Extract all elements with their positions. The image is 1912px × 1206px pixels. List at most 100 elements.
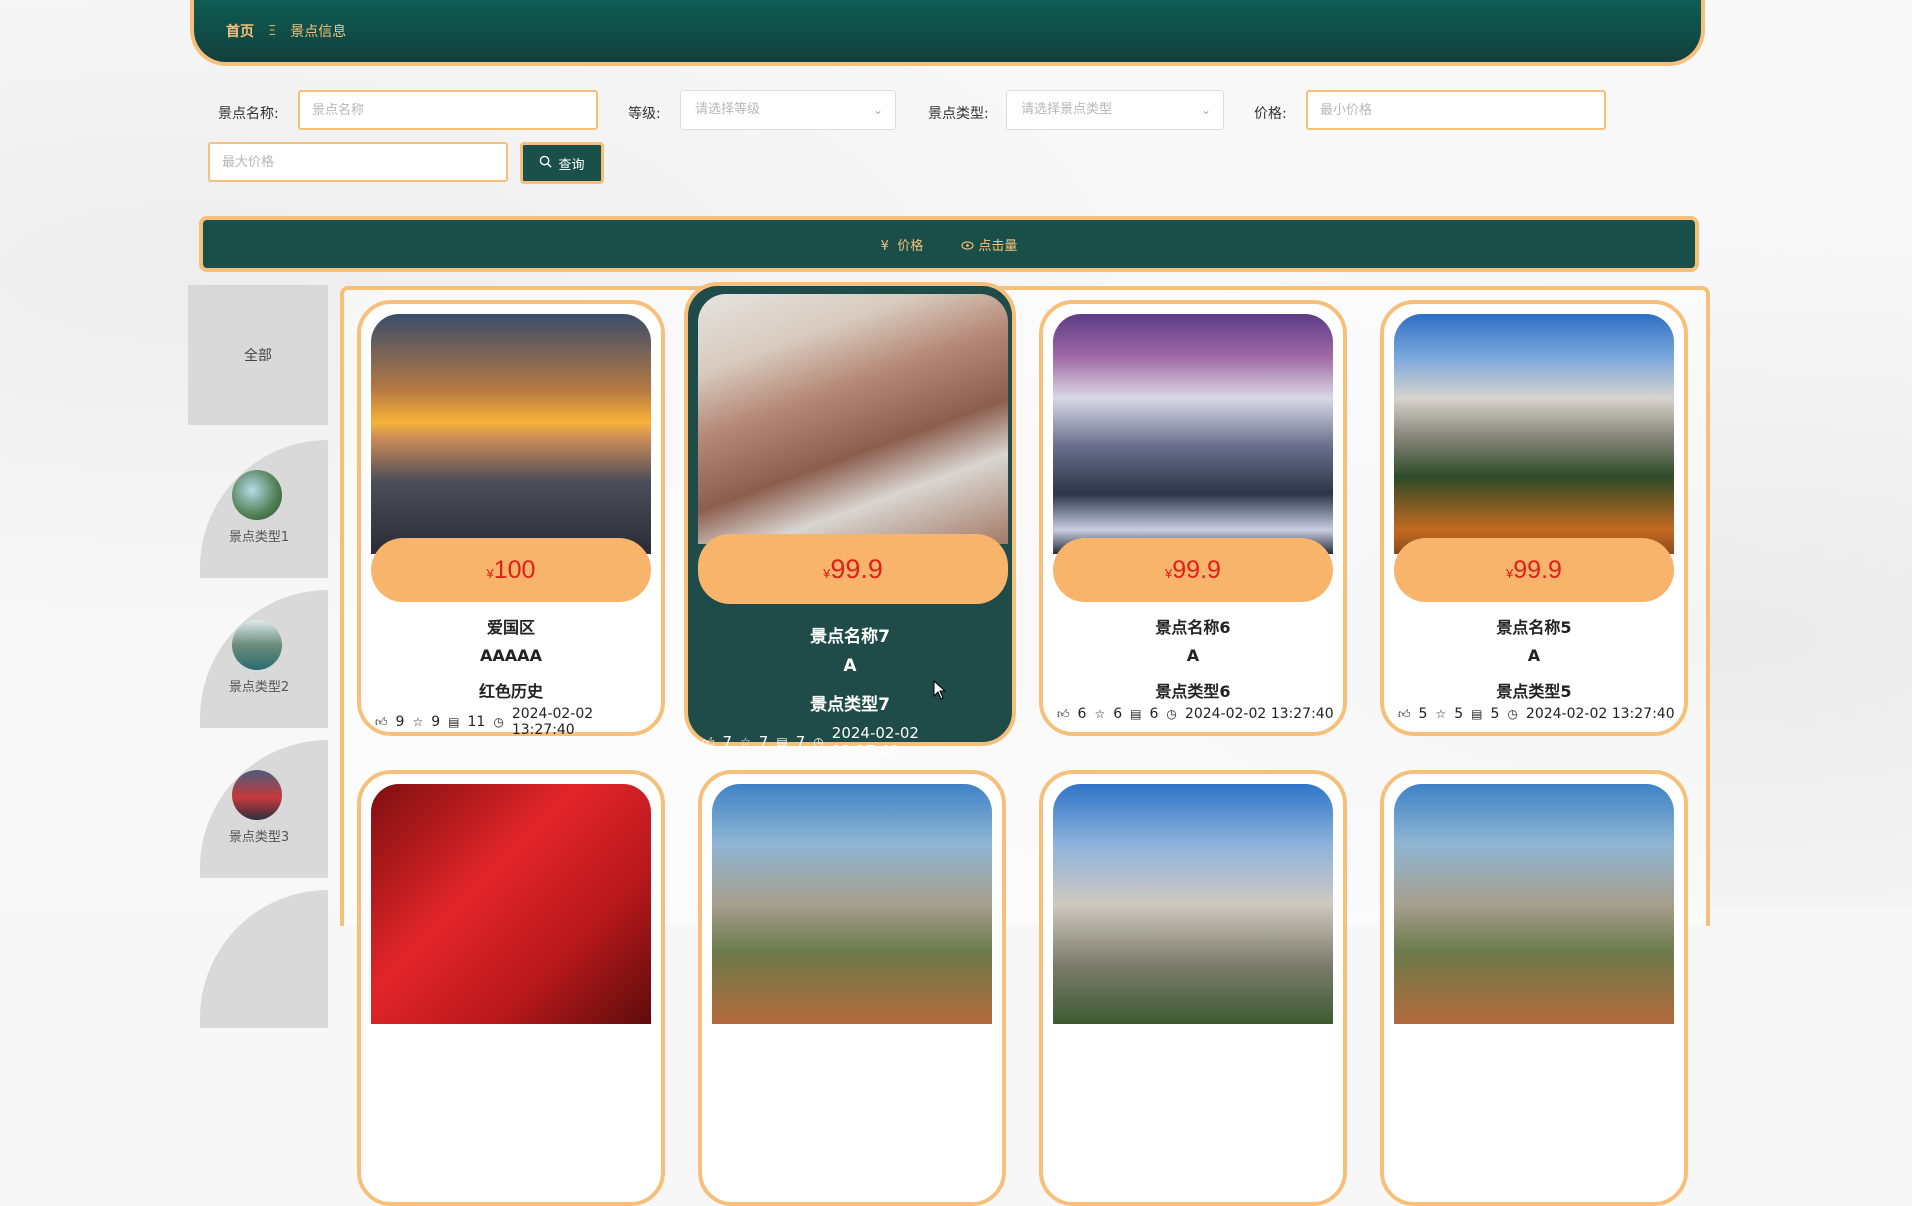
favorites-count: 9 — [431, 714, 441, 730]
name-input[interactable]: 景点名称 — [298, 90, 598, 130]
chevron-down-icon: ⌄ — [872, 103, 883, 117]
clock-icon: ◷ — [813, 735, 824, 749]
publish-time: 2024-02-02 13:27:40 — [831, 724, 919, 760]
scenic-type: 红色历史 — [478, 682, 543, 701]
price-value: 99.9 — [1172, 556, 1221, 584]
favorites-count: 6 — [1113, 706, 1123, 722]
scenic-card-active[interactable]: ¥99.9 景点名称7 A 景点类型7 👍︎ 7 ☆ 7 ▤ 7 ◷ 2024-02-0… — [684, 282, 1016, 760]
scenic-image — [1053, 314, 1333, 554]
thumbs-up-icon: 👍︎ — [1057, 706, 1070, 721]
likes-count: 7 — [722, 733, 733, 751]
card-stats: 👍︎ 5 ☆ 5 ▤ 5 ◷ 2024-02-02 13:27:40 — [1398, 706, 1678, 722]
scenic-level: A — [1527, 646, 1541, 665]
type-label: 景点类型: — [928, 106, 989, 122]
price-value: 99.9 — [1513, 556, 1562, 584]
clock-icon: ◷ — [1166, 707, 1177, 721]
thumbs-up-icon: 👍︎ — [375, 714, 388, 729]
category-all[interactable]: 全部 — [188, 285, 328, 425]
price-value: 99.9 — [830, 554, 883, 584]
scenic-name: 景点名称5 — [1496, 618, 1572, 637]
scenic-card[interactable]: ¥99.9 景点名称5 A 景点类型5 👍︎ 5 ☆ 5 ▤ 5 ◷ 2024-02-0… — [1380, 300, 1688, 736]
star-icon: ☆ — [412, 715, 424, 729]
scenic-image — [712, 784, 992, 1024]
search-icon — [539, 155, 553, 172]
scenic-name: 爱国区 — [486, 618, 535, 637]
likes-count: 6 — [1077, 706, 1087, 722]
price-badge: ¥100 — [371, 538, 651, 602]
yen-icon: ¥ — [880, 238, 889, 254]
top-nav-bar: 首页 Ξ 景点信息 — [190, 0, 1705, 66]
query-button[interactable]: 查询 — [520, 142, 604, 184]
chevron-down-icon: ⌄ — [1200, 103, 1211, 117]
price-value: 100 — [493, 556, 536, 584]
publish-time: 2024-02-02 13:27:40 — [1525, 706, 1675, 722]
publish-time: 2024-02-02 13:27:40 — [511, 706, 594, 738]
likes-count: 5 — [1418, 706, 1428, 722]
sort-clicks-button[interactable]: 点击量 — [961, 235, 1017, 254]
favorites-count: 5 — [1454, 706, 1464, 722]
breadcrumb-home[interactable]: 首页 — [226, 21, 254, 41]
sort-price-button[interactable]: ¥ 价格 — [881, 235, 924, 254]
scenic-image — [1394, 314, 1674, 554]
scenic-level: AAAAA — [480, 646, 542, 665]
mouse-cursor-icon — [933, 680, 947, 700]
type-select-placeholder: 请选择景点类型 — [1021, 102, 1113, 117]
sort-clicks-label: 点击量 — [978, 238, 1018, 254]
sort-price-label: 价格 — [897, 238, 924, 254]
scenic-card[interactable] — [357, 770, 665, 1206]
level-select-placeholder: 请选择等级 — [695, 102, 761, 117]
scenic-card[interactable] — [1380, 770, 1688, 1206]
comment-icon: ▤ — [1471, 707, 1483, 721]
query-label: 查询 — [558, 157, 585, 173]
card-stats: 👍︎ 9 ☆ 9 ▤ 11 ◷ 2024-02-02 13:27:40 — [375, 706, 655, 738]
scenic-name: 景点名称6 — [1155, 618, 1231, 637]
level-select[interactable]: 请选择等级 ⌄ — [680, 90, 896, 130]
scenic-image — [1053, 784, 1333, 1024]
star-icon: ☆ — [740, 735, 751, 749]
sort-bar: ¥ 价格 点击量 — [199, 216, 1699, 272]
scenic-level: A — [843, 656, 857, 676]
favorites-count: 7 — [758, 733, 769, 751]
comment-icon: ▤ — [448, 715, 460, 729]
price-badge: ¥99.9 — [698, 534, 1008, 604]
comments-count: 5 — [1490, 706, 1500, 722]
comments-count: 6 — [1149, 706, 1159, 722]
price-badge: ¥99.9 — [1053, 538, 1333, 602]
type-select[interactable]: 请选择景点类型 ⌄ — [1006, 90, 1224, 130]
card-stats: 👍︎ 6 ☆ 6 ▤ 6 ◷ 2024-02-02 13:27:40 — [1057, 706, 1337, 722]
eye-icon — [961, 239, 974, 254]
scenic-card[interactable] — [1039, 770, 1347, 1206]
publish-time: 2024-02-02 13:27:40 — [1184, 706, 1334, 722]
category-label: 景点类型2 — [228, 680, 290, 695]
level-label: 等级: — [628, 106, 661, 122]
category-thumbnail — [232, 770, 282, 820]
breadcrumb-separator-icon: Ξ — [268, 23, 277, 39]
star-icon: ☆ — [1094, 707, 1106, 721]
thumbs-up-icon: 👍︎ — [702, 734, 715, 749]
category-item-more[interactable] — [200, 890, 328, 1028]
category-thumbnail — [232, 470, 282, 520]
scenic-image — [371, 784, 651, 1024]
scenic-image — [698, 294, 1008, 544]
scenic-card[interactable]: ¥99.9 景点名称6 A 景点类型6 👍︎ 6 ☆ 6 ▤ 6 ◷ 2024-02-0… — [1039, 300, 1347, 736]
price-label: 价格: — [1254, 106, 1287, 122]
thumbs-up-icon: 👍︎ — [1398, 706, 1411, 721]
clock-icon: ◷ — [493, 715, 504, 729]
min-price-input[interactable]: 最小价格 — [1306, 90, 1606, 130]
max-price-input[interactable]: 最大价格 — [208, 142, 508, 182]
comment-icon: ▤ — [776, 735, 788, 749]
scenic-name: 景点名称7 — [810, 627, 890, 647]
comment-icon: ▤ — [1130, 707, 1142, 721]
breadcrumb-current: 景点信息 — [290, 24, 347, 40]
likes-count: 9 — [395, 714, 405, 730]
card-stats: 👍︎ 7 ☆ 7 ▤ 7 ◷ 2024-02-02 13:27:40 — [702, 724, 982, 760]
scenic-image — [1394, 784, 1674, 1024]
scenic-level: A — [1186, 646, 1200, 665]
price-badge: ¥99.9 — [1394, 538, 1674, 602]
name-label: 景点名称: — [218, 106, 279, 122]
comments-count: 11 — [467, 714, 486, 730]
category-label: 景点类型3 — [228, 830, 290, 845]
scenic-card[interactable]: ¥100 爱国区 AAAAA 红色历史 👍︎ 9 ☆ 9 ▤ 11 ◷ 2024-02-… — [357, 300, 665, 738]
scenic-card[interactable] — [698, 770, 1006, 1206]
scenic-type: 景点类型6 — [1155, 682, 1231, 701]
